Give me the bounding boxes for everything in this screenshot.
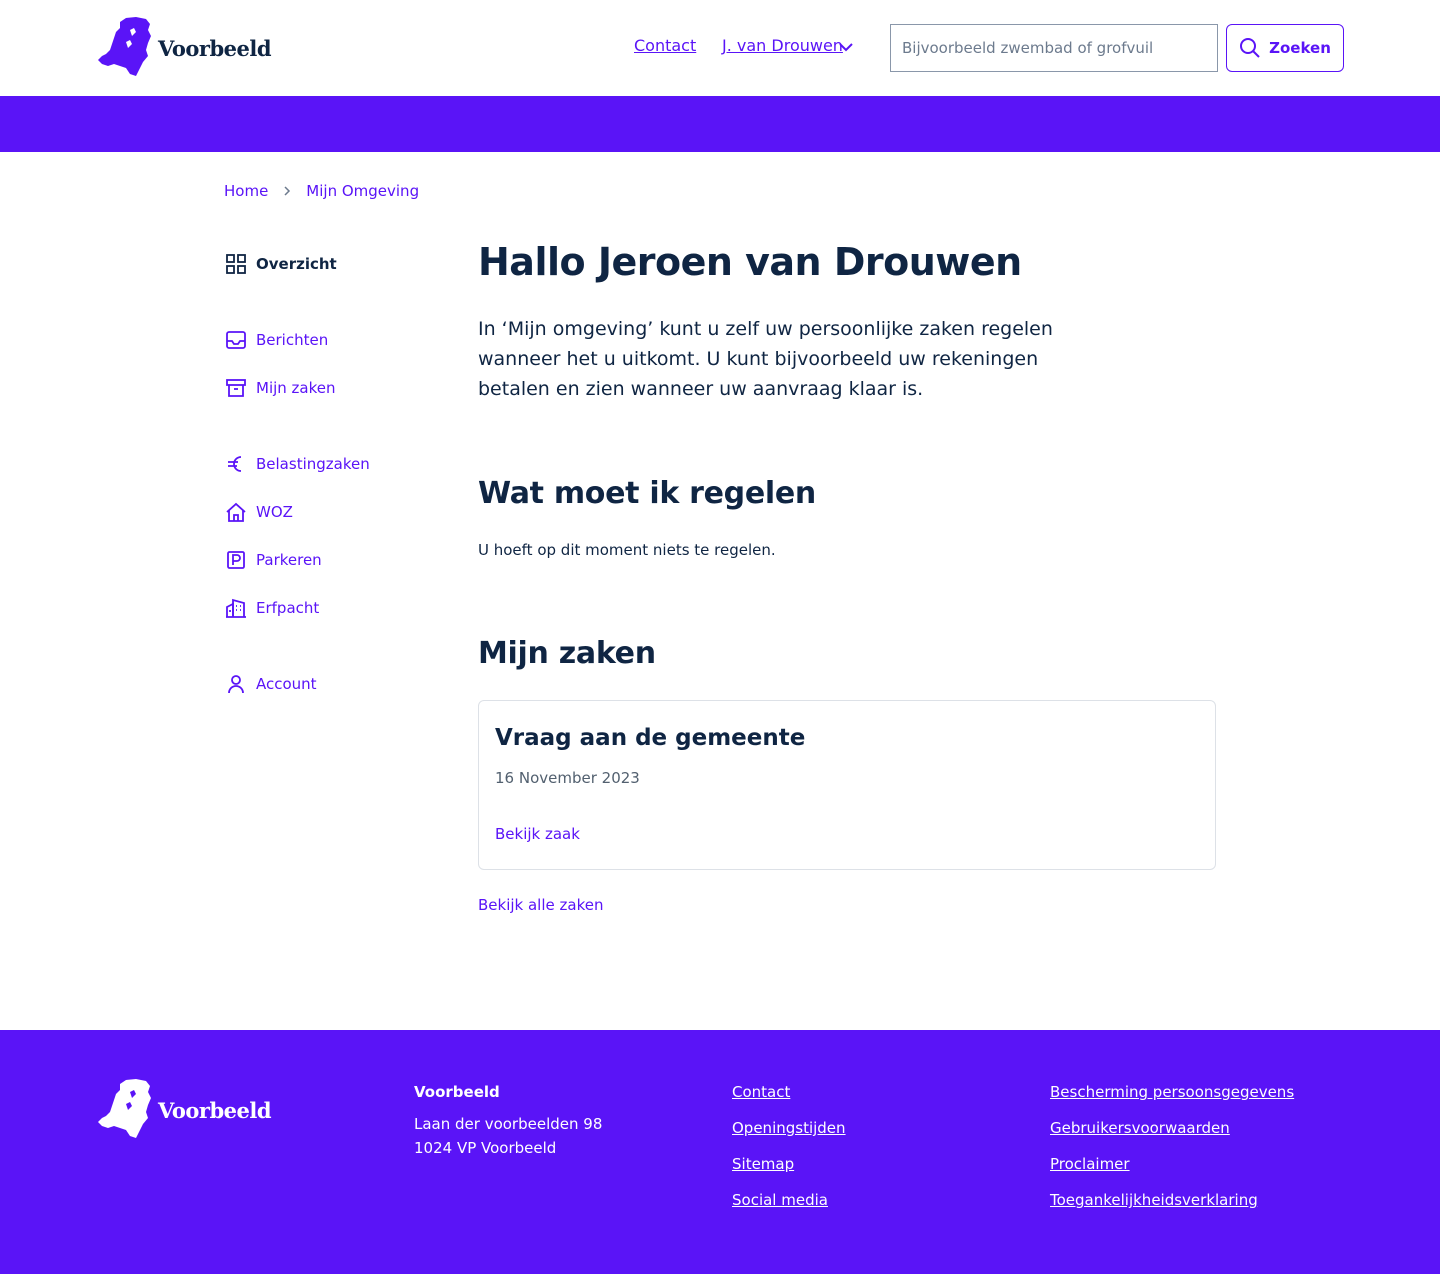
sidebar-item-belastingzaken[interactable]: Belastingzaken <box>224 452 370 476</box>
footer-links-col2: Bescherming persoonsgegevens Gebruikersv… <box>1050 1080 1294 1212</box>
sidebar-item-erfpacht[interactable]: Erfpacht <box>224 596 319 620</box>
footer-org-name: Voorbeeld <box>414 1083 500 1101</box>
parking-icon <box>224 548 248 572</box>
grid-icon <box>224 252 248 276</box>
footer-address-line1: Laan der voorbeelden 98 <box>414 1115 603 1133</box>
breadcrumb-current[interactable]: Mijn Omgeving <box>306 182 419 200</box>
regelen-heading: Wat moet ik regelen <box>478 476 816 511</box>
zaken-heading: Mijn zaken <box>478 636 656 671</box>
zaak-card-date: 16 November 2023 <box>495 769 640 787</box>
logo-text: Voorbeeld <box>158 35 272 61</box>
footer-link-terms[interactable]: Gebruikersvoorwaarden <box>1050 1116 1294 1140</box>
search-button[interactable]: Zoeken <box>1226 24 1344 72</box>
sidebar-item-mijn-zaken[interactable]: Mijn zaken <box>224 376 336 400</box>
sidebar-item-berichten[interactable]: Berichten <box>224 328 328 352</box>
site-header: Voorbeeld Contact J. van Drouwen Zoeken <box>0 0 1440 96</box>
sidebar-item-woz[interactable]: WOZ <box>224 500 293 524</box>
site-footer: Voorbeeld Voorbeeld Laan der voorbeelden… <box>0 1030 1440 1274</box>
sidebar-item-label: Parkeren <box>256 551 322 569</box>
sidebar-item-account[interactable]: Account <box>224 672 317 696</box>
page-title: Hallo Jeroen van Drouwen <box>478 240 1022 284</box>
user-icon <box>224 672 248 696</box>
sidebar-item-label: Belastingzaken <box>256 455 370 473</box>
zaak-card-title: Vraag aan de gemeente <box>495 725 806 751</box>
contact-link[interactable]: Contact <box>634 36 696 55</box>
footer-link-privacy[interactable]: Bescherming persoonsgegevens <box>1050 1080 1294 1104</box>
footer-logo[interactable]: Voorbeeld <box>96 1078 272 1142</box>
netherlands-map-icon <box>98 1079 151 1138</box>
footer-link-social-media[interactable]: Social media <box>732 1188 846 1212</box>
user-menu-link[interactable]: J. van Drouwen <box>722 36 843 55</box>
sidebar-item-overzicht[interactable]: Overzicht <box>224 252 337 276</box>
sidebar-item-label: Erfpacht <box>256 599 320 617</box>
breadcrumb-home[interactable]: Home <box>224 182 268 200</box>
footer-link-accessibility[interactable]: Toegankelijkheidsverklaring <box>1050 1188 1294 1212</box>
netherlands-map-icon <box>98 17 151 76</box>
footer-logo-text: Voorbeeld <box>158 1097 272 1123</box>
sidebar-item-label: Berichten <box>256 331 329 349</box>
footer-link-openingstijden[interactable]: Openingstijden <box>732 1116 846 1140</box>
zaak-card: Vraag aan de gemeente 16 November 2023 B… <box>478 700 1216 870</box>
footer-address-line2: 1024 VP Voorbeeld <box>414 1139 557 1157</box>
footer-address: Voorbeeld Laan der voorbeelden 98 1024 V… <box>414 1080 602 1160</box>
breadcrumb: Home Mijn Omgeving <box>224 182 419 200</box>
header-band <box>0 96 1440 152</box>
archive-icon <box>224 376 248 400</box>
search-icon <box>1240 38 1260 58</box>
search-button-label: Zoeken <box>1269 39 1331 57</box>
inbox-icon <box>224 328 248 352</box>
sidebar-item-label: Mijn zaken <box>256 379 336 397</box>
intro-text: In ‘Mijn omgeving’ kunt u zelf uw persoo… <box>478 318 1053 400</box>
sidebar-item-parkeren[interactable]: Parkeren <box>224 548 322 572</box>
home-icon <box>224 500 248 524</box>
footer-link-sitemap[interactable]: Sitemap <box>732 1152 846 1176</box>
sidebar-item-label: Overzicht <box>256 255 337 273</box>
chevron-down-icon[interactable] <box>838 41 854 53</box>
footer-link-proclaimer[interactable]: Proclaimer <box>1050 1152 1294 1176</box>
site-logo[interactable]: Voorbeeld <box>96 16 272 80</box>
buildings-icon <box>224 596 248 620</box>
bekijk-zaak-link[interactable]: Bekijk zaak <box>495 825 580 843</box>
regelen-text: U hoeft op dit moment niets te regelen. <box>478 541 776 559</box>
chevron-right-icon <box>284 186 291 196</box>
bekijk-alle-zaken-link[interactable]: Bekijk alle zaken <box>478 896 603 914</box>
footer-links-col1: Contact Openingstijden Sitemap Social me… <box>732 1080 846 1212</box>
search-input[interactable] <box>890 24 1218 72</box>
euro-icon <box>224 452 248 476</box>
sidebar-item-label: WOZ <box>256 503 293 521</box>
sidebar-item-label: Account <box>256 675 317 693</box>
footer-link-contact[interactable]: Contact <box>732 1080 846 1104</box>
